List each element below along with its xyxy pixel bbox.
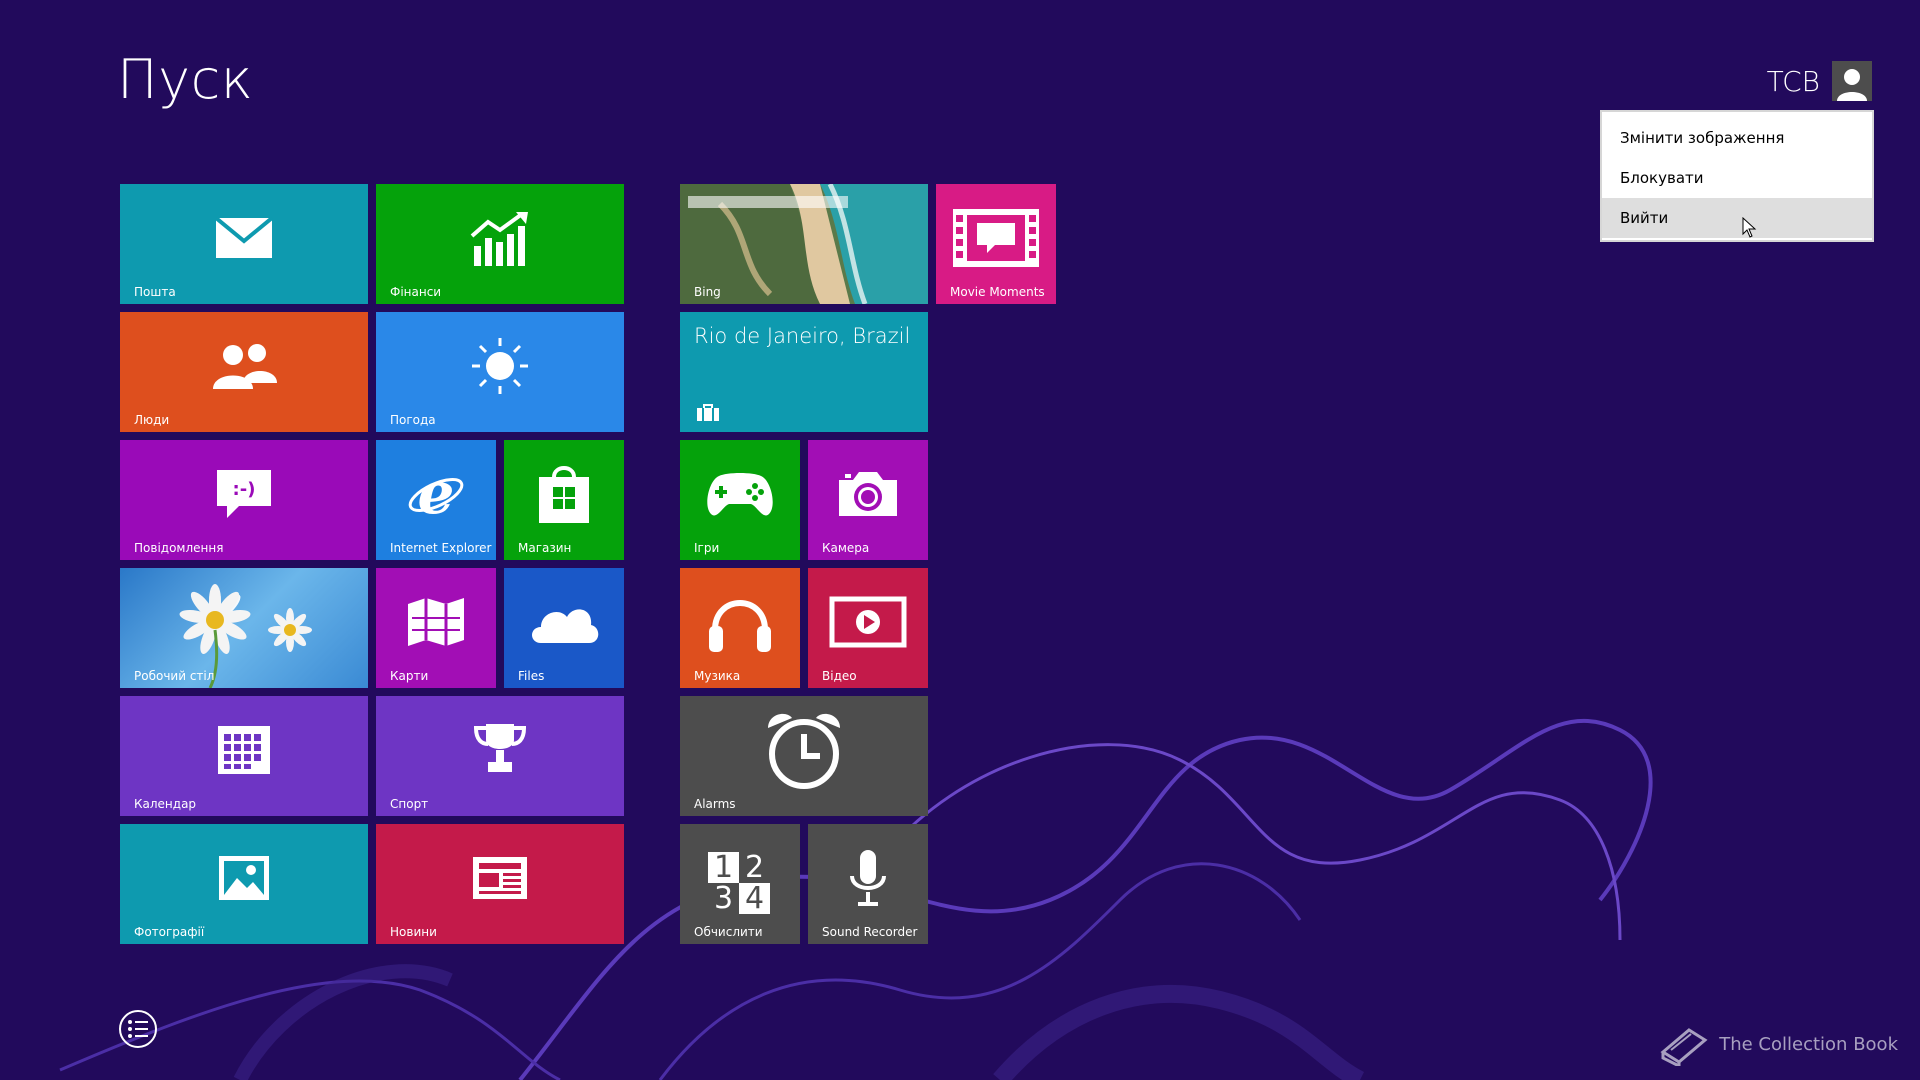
- all-apps-button[interactable]: [119, 1010, 157, 1048]
- headphones-icon: [709, 600, 771, 652]
- photo-icon: [219, 856, 269, 900]
- tile-music[interactable]: Музика: [680, 568, 800, 688]
- avatar[interactable]: [1832, 61, 1872, 101]
- watermark: The Collection Book: [1659, 1022, 1898, 1066]
- movie-frame-icon: [953, 209, 1039, 267]
- tile-messaging[interactable]: :-) Повідомлення: [120, 440, 368, 560]
- tile-calculator[interactable]: 1 2 3 4 Обчислити: [680, 824, 800, 944]
- tile-bing[interactable]: Bing: [680, 184, 928, 304]
- tile-games[interactable]: Ігри: [680, 440, 800, 560]
- menu-lock[interactable]: Блокувати: [1602, 158, 1872, 198]
- user-account[interactable]: TCB: [1767, 61, 1872, 101]
- alarm-clock-icon: [768, 713, 840, 789]
- tile-label: Погода: [390, 413, 436, 427]
- tile-label: Пошта: [134, 285, 176, 299]
- menu-change-picture[interactable]: Змінити зображення: [1602, 118, 1872, 158]
- tile-label: Робочий стіл: [134, 669, 215, 683]
- people-icon: [213, 344, 277, 389]
- tile-label: Bing: [694, 285, 721, 299]
- tile-label: Календар: [134, 797, 197, 811]
- calculator-icon: 1 2 3 4: [708, 852, 770, 914]
- watermark-text: The Collection Book: [1719, 1033, 1898, 1055]
- tile-camera[interactable]: Камера: [808, 440, 928, 560]
- internet-explorer-icon: e: [408, 465, 464, 523]
- tile-movie-moments[interactable]: Movie Moments: [936, 184, 1056, 304]
- svg-text:e: e: [418, 465, 455, 523]
- tile-label: Alarms: [694, 797, 736, 811]
- gamepad-icon: [707, 473, 773, 516]
- tile-weather[interactable]: Погода: [376, 312, 624, 432]
- tile-label: Ігри: [694, 541, 720, 555]
- tile-label: Повідомлення: [134, 541, 224, 555]
- tile-label: Обчислити: [694, 925, 763, 939]
- tile-label: Фотографії: [134, 925, 205, 939]
- tile-label: Камера: [822, 541, 870, 555]
- map-icon: [408, 598, 464, 646]
- newspaper-icon: [473, 857, 527, 899]
- calendar-icon: [218, 726, 270, 774]
- store-bag-icon: [539, 466, 589, 523]
- svg-text::-): :-): [233, 479, 256, 500]
- calc-digit-1: 1: [708, 852, 739, 883]
- finance-chart-icon: [470, 212, 528, 266]
- tile-label: Люди: [134, 413, 170, 427]
- list-icon: [128, 1020, 148, 1038]
- book-logo-icon: [1660, 1028, 1708, 1066]
- tile-label: Магазин: [518, 541, 572, 555]
- tile-internet-explorer[interactable]: e Internet Explorer: [376, 440, 496, 560]
- tile-calendar[interactable]: Календар: [120, 696, 368, 816]
- tile-store[interactable]: Магазин: [504, 440, 624, 560]
- tile-sport[interactable]: Спорт: [376, 696, 624, 816]
- tile-travel[interactable]: Rio de Janeiro, Brazil: [680, 312, 928, 432]
- tile-maps[interactable]: Карти: [376, 568, 496, 688]
- cloud-icon: [532, 609, 599, 643]
- tile-alarms[interactable]: Alarms: [680, 696, 928, 816]
- mouse-cursor-icon: [1742, 217, 1757, 238]
- tile-label: Sound Recorder: [822, 925, 918, 939]
- user-avatar-icon: [1837, 69, 1867, 101]
- calc-digit-3: 3: [713, 881, 734, 916]
- tile-photos[interactable]: Фотографії: [120, 824, 368, 944]
- travel-destination: Rio de Janeiro, Brazil: [694, 324, 911, 348]
- tile-label: Files: [518, 669, 545, 683]
- camera-icon: [839, 472, 897, 516]
- tile-label: Новини: [390, 925, 437, 939]
- video-icon: [829, 596, 907, 648]
- calc-digit-4: 4: [739, 883, 770, 914]
- microphone-icon: [850, 850, 886, 906]
- tile-label: Спорт: [390, 797, 429, 811]
- tile-label: Музика: [694, 669, 741, 683]
- tile-label: Фінанси: [390, 285, 442, 299]
- tile-label: Movie Moments: [950, 285, 1045, 299]
- sun-icon: [472, 338, 528, 394]
- chat-icon: :-): [217, 470, 271, 518]
- tile-finance[interactable]: Фінанси: [376, 184, 624, 304]
- tile-sound-recorder[interactable]: Sound Recorder: [808, 824, 928, 944]
- tile-label: Відео: [822, 669, 857, 683]
- tile-people[interactable]: Люди: [120, 312, 368, 432]
- tile-mail[interactable]: Пошта: [120, 184, 368, 304]
- tile-files[interactable]: Files: [504, 568, 624, 688]
- tile-desktop[interactable]: Робочий стіл: [120, 568, 368, 688]
- trophy-icon: [473, 724, 527, 772]
- tile-news[interactable]: Новини: [376, 824, 624, 944]
- tile-label: Internet Explorer: [390, 541, 492, 555]
- tile-video[interactable]: Відео: [808, 568, 928, 688]
- user-name: TCB: [1766, 64, 1820, 98]
- page-title: Пуск: [117, 48, 254, 111]
- mail-icon: [215, 217, 273, 258]
- menu-sign-out[interactable]: Вийти: [1602, 198, 1872, 238]
- calc-digit-2: 2: [744, 850, 765, 885]
- suitcase-icon: [697, 404, 719, 421]
- user-menu: Змінити зображення Блокувати Вийти: [1600, 110, 1874, 242]
- tile-label: Карти: [390, 669, 429, 683]
